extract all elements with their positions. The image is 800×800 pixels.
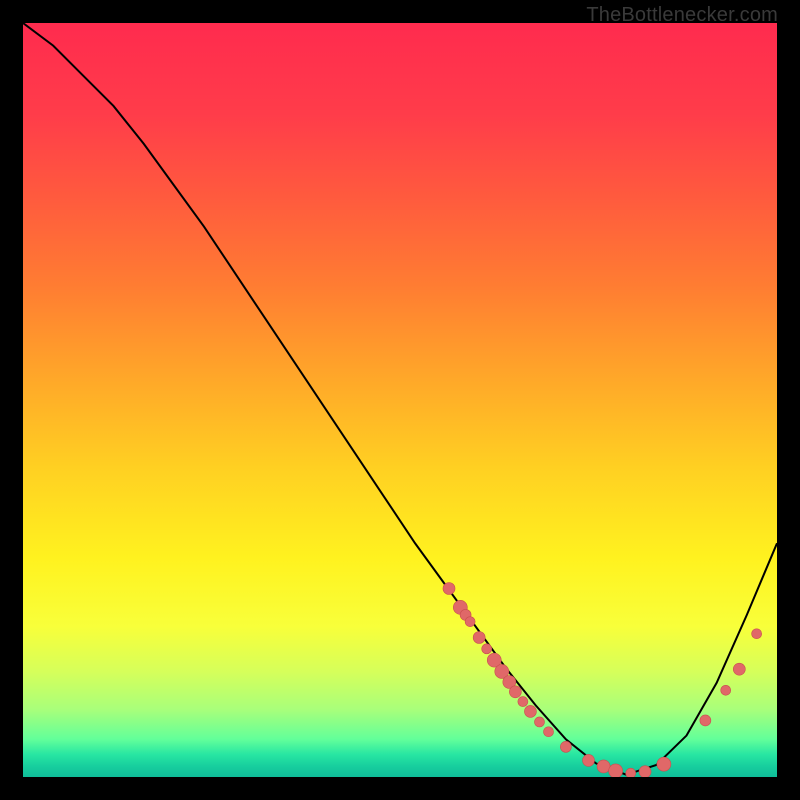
data-point — [534, 717, 544, 727]
data-point — [609, 764, 623, 777]
data-point — [560, 741, 571, 752]
data-point — [639, 766, 651, 777]
data-point — [597, 760, 610, 773]
data-point — [518, 697, 528, 707]
data-point — [583, 754, 595, 766]
brand-label: TheBottlenecker.com — [586, 4, 778, 27]
chart-svg — [23, 23, 777, 777]
data-point — [733, 663, 745, 675]
data-point — [657, 757, 671, 771]
plot-area — [23, 23, 777, 777]
data-point — [482, 644, 492, 654]
data-point — [524, 705, 536, 717]
data-point — [721, 685, 731, 695]
chart-frame: TheBottlenecker.com — [0, 0, 800, 800]
data-point — [626, 768, 636, 777]
data-point — [544, 727, 554, 737]
data-points — [443, 583, 762, 778]
data-point — [700, 715, 711, 726]
data-point — [465, 617, 475, 627]
data-point — [473, 632, 485, 644]
curve-line — [23, 23, 777, 775]
data-point — [752, 629, 762, 639]
data-point — [509, 686, 521, 698]
data-point — [443, 583, 455, 595]
